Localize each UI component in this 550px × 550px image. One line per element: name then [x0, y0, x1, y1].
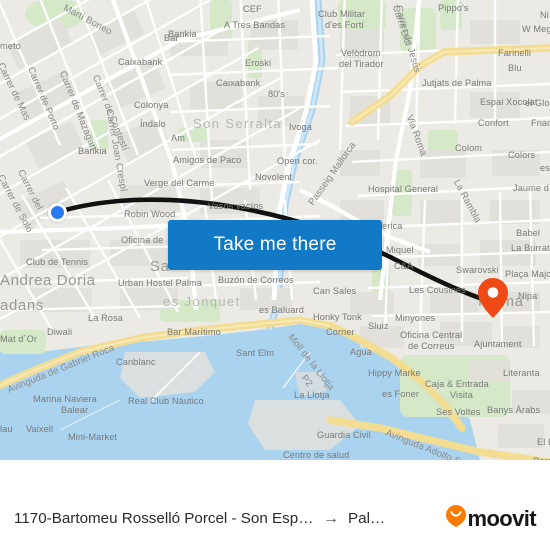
take-me-there-label: Take me there [213, 234, 337, 255]
map-canvas[interactable]: Martí Boneo CEF Club Militar d'es Fortí Pipp… [0, 0, 550, 460]
moovit-map-screen: Martí Boneo CEF Club Militar d'es Fortí Pipp… [0, 0, 550, 550]
moovit-wordmark: moovit [467, 505, 536, 531]
trip-footer: 1170-Bartomeu Rosselló Porcel - Son Espa… [0, 487, 550, 550]
arrow-right-icon: → [323, 509, 339, 527]
origin-dot-marker[interactable] [48, 203, 67, 222]
trip-destination-label: Pal… [348, 510, 386, 527]
take-me-there-button[interactable]: Take me there [168, 220, 382, 270]
destination-pin-marker[interactable] [478, 278, 508, 318]
moovit-pin-icon [446, 505, 467, 532]
trip-origin-label: 1170-Bartomeu Rosselló Porcel - Son Espa… [14, 510, 314, 527]
moovit-brand[interactable]: moovit [446, 505, 537, 532]
